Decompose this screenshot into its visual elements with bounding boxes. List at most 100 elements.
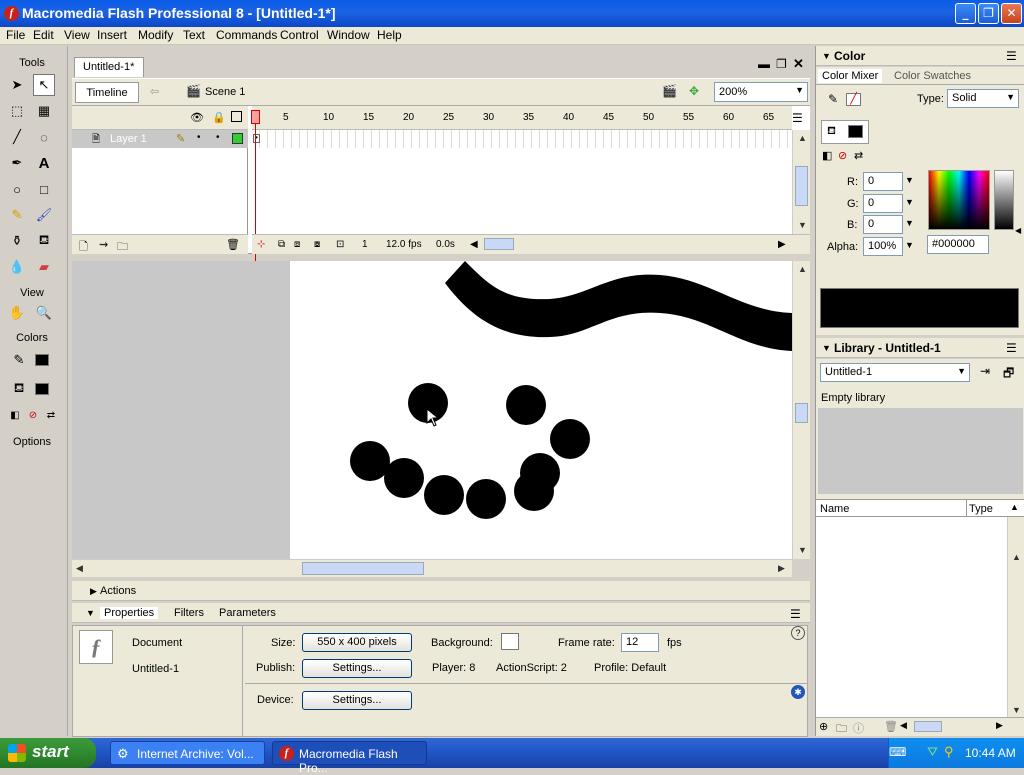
help-icon[interactable]: ? <box>791 626 805 640</box>
scroll-right-icon[interactable]: ▶ <box>996 720 1003 731</box>
color-type-select[interactable]: Solid ▼ <box>947 89 1019 108</box>
menu-modify[interactable]: Modify <box>138 28 173 42</box>
tab-properties[interactable]: Properties <box>100 607 159 619</box>
menu-insert[interactable]: Insert <box>97 28 127 42</box>
scene-label[interactable]: Scene 1 <box>205 86 245 98</box>
work-area[interactable] <box>72 261 792 559</box>
lock-icon[interactable]: 🔒 <box>212 111 226 124</box>
circle-shape[interactable] <box>506 385 546 425</box>
publish-settings-button[interactable]: Settings... <box>302 659 412 678</box>
tab-color-swatches[interactable]: Color Swatches <box>894 70 971 82</box>
library-document-select[interactable]: Untitled-1 ▼ <box>820 363 970 382</box>
outline-icon[interactable] <box>231 111 242 122</box>
ink-bottle-icon[interactable]: ⚱ <box>6 230 28 252</box>
collapse-arrow-icon[interactable]: ▼ <box>822 343 831 353</box>
frame-row[interactable]: • <box>252 130 792 148</box>
color-spectrum[interactable] <box>928 170 990 230</box>
clock[interactable]: 10:44 AM <box>965 746 1016 760</box>
minimize-button[interactable]: _ <box>955 3 976 24</box>
new-symbol-icon[interactable]: ⊕ <box>819 720 828 733</box>
default-colors-icon[interactable]: ◧ <box>822 149 832 162</box>
swap-colors-icon[interactable]: ⇄ <box>854 149 863 162</box>
panel-menu-icon[interactable]: ☰ <box>1006 341 1017 355</box>
fill-swatch[interactable] <box>848 125 863 138</box>
pin-library-icon[interactable]: ⇥ <box>980 364 990 378</box>
subselect-tool-icon[interactable]: ↖ <box>33 74 55 96</box>
chevron-down-icon[interactable]: ▼ <box>905 240 914 250</box>
chevron-down-icon[interactable]: ▼ <box>905 197 914 207</box>
chevron-down-icon[interactable]: ▼ <box>905 218 914 228</box>
oval-tool-icon[interactable]: ○ <box>6 178 28 200</box>
delete-layer-icon[interactable]: 🗑 <box>226 238 240 251</box>
frame-ruler[interactable]: 1 5 10 15 20 25 30 35 40 45 50 55 60 65 <box>252 106 792 130</box>
hex-input[interactable]: #000000 <box>927 235 989 254</box>
background-color-swatch[interactable] <box>501 633 519 650</box>
new-library-panel-icon[interactable]: 🗗 <box>1003 364 1014 385</box>
column-name[interactable]: Name <box>820 503 849 515</box>
tab-color-mixer[interactable]: Color Mixer <box>818 69 883 83</box>
delete-icon[interactable]: 🗑 <box>884 720 898 733</box>
menu-commands[interactable]: Commands <box>216 28 277 42</box>
pencil-tool-icon[interactable]: ✎ <box>6 204 28 226</box>
edit-scene-icon[interactable]: 🎬 <box>662 84 677 98</box>
lock-dot-icon[interactable]: • <box>216 132 220 143</box>
layer-outline-color-icon[interactable] <box>232 133 243 144</box>
start-button[interactable]: start <box>0 738 96 768</box>
circle-shape[interactable] <box>514 471 554 511</box>
layer-name[interactable]: Layer 1 <box>110 133 147 145</box>
fill-color-swatch[interactable] <box>35 383 49 395</box>
edit-multiple-frames-icon[interactable]: ⧇ <box>314 239 320 250</box>
column-type[interactable]: Type <box>969 503 993 515</box>
timeline-menu-icon[interactable]: ☰ <box>792 111 803 125</box>
document-tab[interactable]: Untitled-1* <box>74 57 144 77</box>
new-folder-icon[interactable]: 🗀 <box>836 720 847 739</box>
brightness-slider[interactable] <box>994 170 1014 230</box>
no-color-icon[interactable]: ⊘ <box>838 149 847 162</box>
taskbar-item-internet-archive[interactable]: ⚙ Internet Archive: Vol... <box>110 741 265 765</box>
doc-minimize-icon[interactable]: ▬ <box>758 57 770 71</box>
properties-icon[interactable]: ⓘ <box>853 720 864 736</box>
doc-close-icon[interactable]: ✕ <box>793 56 804 72</box>
chevron-down-icon[interactable]: ▼ <box>905 175 914 185</box>
fill-transform-icon[interactable]: ▦ <box>33 100 55 122</box>
collapse-arrow-icon[interactable]: ▼ <box>822 51 831 61</box>
zoom-tool-icon[interactable]: 🔍 <box>33 302 55 324</box>
library-panel-header[interactable]: ▼ Library - Untitled-1 ☰ <box>816 338 1024 358</box>
actions-title[interactable]: Actions <box>100 585 136 597</box>
circle-shape[interactable] <box>350 441 390 481</box>
search-icon[interactable]: ⚲ <box>944 744 954 760</box>
back-arrow-icon[interactable]: ⇦ <box>150 85 159 98</box>
visible-dot-icon[interactable]: • <box>197 132 201 143</box>
edit-symbol-icon[interactable]: ✥ <box>689 84 699 98</box>
scroll-left-icon[interactable]: ◀ <box>470 239 478 250</box>
taskbar-item-flash[interactable]: f Macromedia Flash Pro... <box>272 741 427 775</box>
zoom-select[interactable]: 200% ▼ <box>714 82 808 102</box>
stroke-pencil-icon[interactable]: ✎ <box>828 92 838 106</box>
menu-help[interactable]: Help <box>377 28 402 42</box>
library-list[interactable] <box>816 517 1007 717</box>
red-input[interactable]: 0 <box>863 172 903 191</box>
color-panel-header[interactable]: ▼ Color ☰ <box>816 46 1024 66</box>
menu-edit[interactable]: Edit <box>33 28 54 42</box>
doc-restore-icon[interactable]: ❐ <box>776 57 787 71</box>
eraser-tool-icon[interactable]: ▰ <box>33 256 55 278</box>
scroll-thumb[interactable] <box>795 403 808 423</box>
lasso-tool-icon[interactable]: ◌ <box>33 126 55 148</box>
frame-rate-input[interactable]: 12 <box>621 633 659 652</box>
green-input[interactable]: 0 <box>863 194 903 213</box>
onion-skin-icon[interactable]: ⧉ <box>278 239 285 250</box>
onion-outline-icon[interactable]: ⧈ <box>294 239 300 250</box>
scroll-down-icon[interactable]: ▼ <box>1012 705 1021 715</box>
scroll-up-icon[interactable]: ▲ <box>798 133 807 143</box>
arrow-tool-icon[interactable]: ➤ <box>6 74 28 96</box>
stage-artwork[interactable] <box>290 261 792 559</box>
stage[interactable] <box>290 261 792 559</box>
brush-tool-icon[interactable]: 🖌 <box>33 204 55 226</box>
tab-filters[interactable]: Filters <box>174 607 204 619</box>
scroll-down-icon[interactable]: ▼ <box>798 220 807 230</box>
playhead-handle[interactable] <box>251 110 260 124</box>
scroll-down-icon[interactable]: ▼ <box>798 545 807 555</box>
library-hscroll-thumb[interactable] <box>914 721 942 732</box>
add-guide-layer-icon[interactable]: ⇝ <box>99 238 108 251</box>
fill-selector[interactable]: ⛾ <box>821 120 869 144</box>
